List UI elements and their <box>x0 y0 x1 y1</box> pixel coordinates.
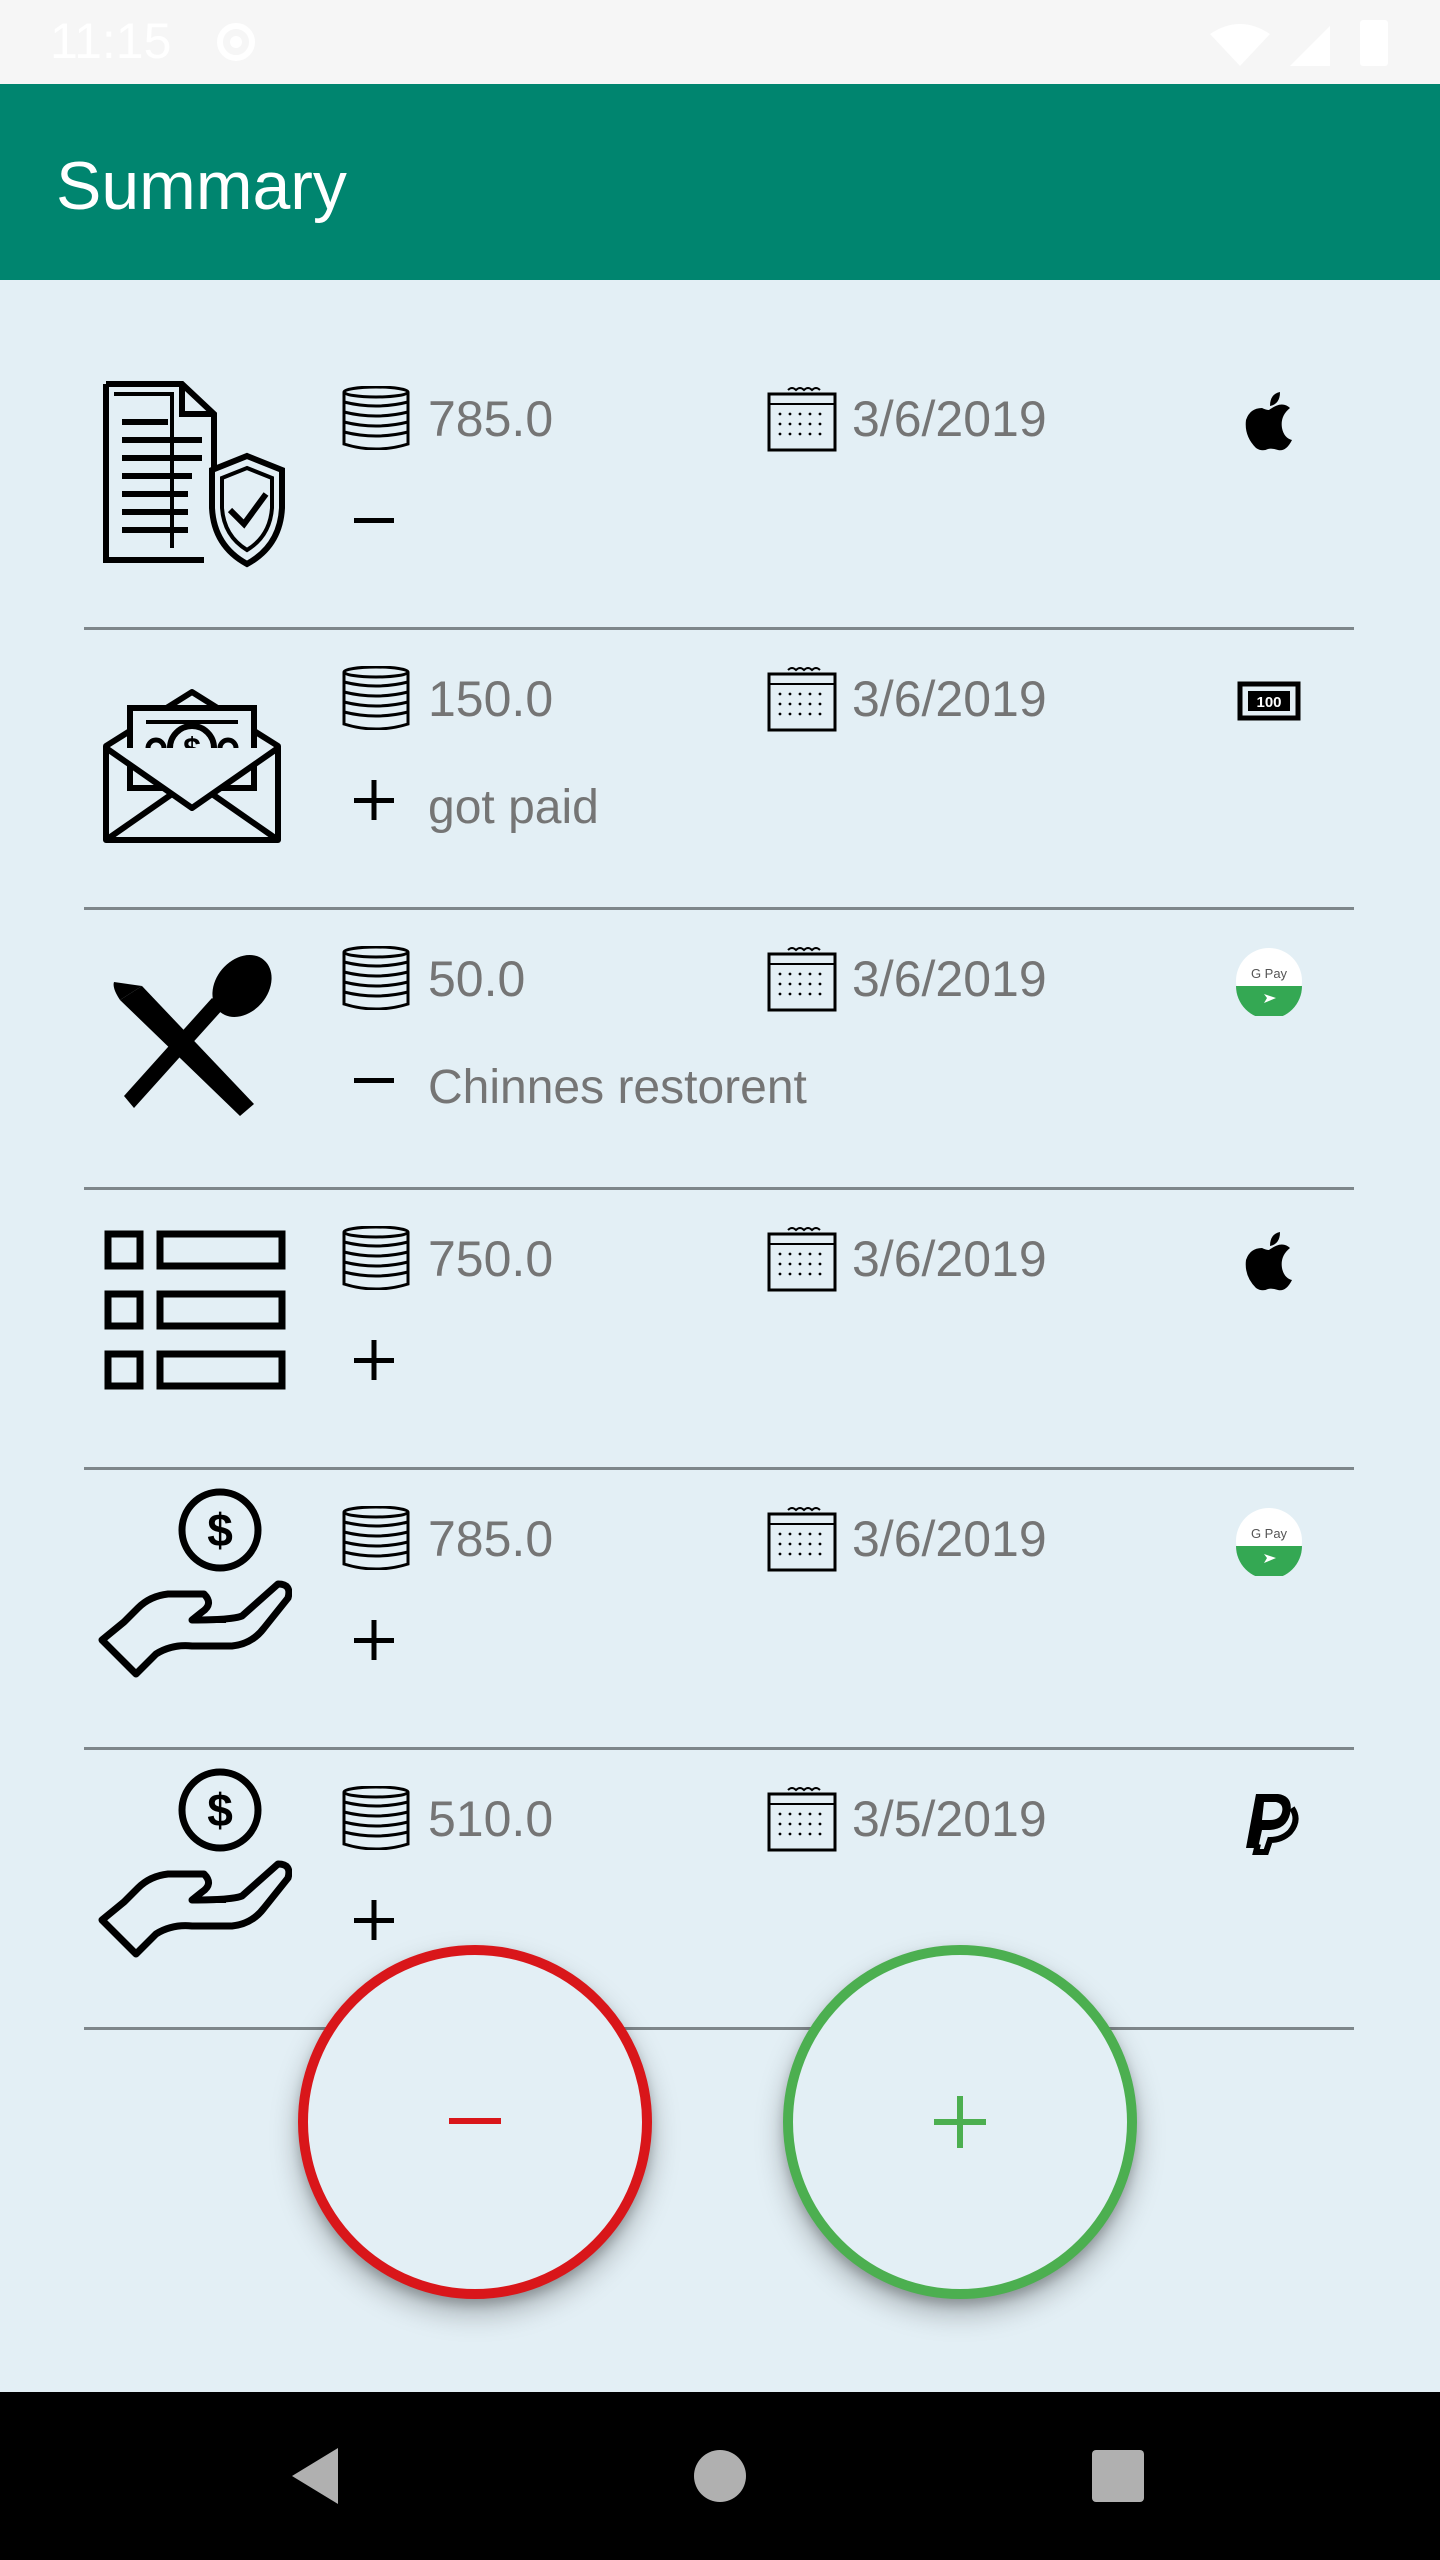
transaction-row[interactable]: 785.0 3/6/2019 <box>84 350 1354 630</box>
transaction-row[interactable]: $ 785.0 3/6/2019 G Pay <box>84 1470 1354 1750</box>
list-icon <box>104 1230 286 1390</box>
plus-icon <box>354 1620 394 1660</box>
coins-icon <box>342 1786 410 1850</box>
calendar-icon <box>767 1787 837 1852</box>
hand-money-icon: $ <box>98 1488 292 1678</box>
note-text: Chinnes restorent <box>428 1061 807 1114</box>
amount-text: 785.0 <box>428 1511 554 1567</box>
amount-text: 150.0 <box>428 671 554 727</box>
minus-icon <box>449 2118 501 2124</box>
coins-icon <box>342 946 410 1010</box>
status-icons <box>1210 20 1388 66</box>
date-text: 3/6/2019 <box>852 1511 1047 1567</box>
home-icon[interactable] <box>678 2434 762 2518</box>
row-divider <box>84 2027 1354 2030</box>
navigation-bar <box>0 2392 1440 2560</box>
google-pay-icon: G Pay <box>1236 948 1302 1016</box>
coins-icon <box>342 1506 410 1570</box>
svg-text:100: 100 <box>1256 694 1281 711</box>
paypal-icon <box>1246 1794 1299 1855</box>
settings-gear-icon <box>217 23 255 61</box>
amount-text: 750.0 <box>428 1231 554 1287</box>
date-text: 3/6/2019 <box>852 671 1047 727</box>
plus-icon <box>934 2096 986 2148</box>
date-text: 3/5/2019 <box>852 1791 1047 1847</box>
google-pay-icon: G Pay <box>1236 1508 1302 1576</box>
date-text: 3/6/2019 <box>852 391 1047 447</box>
minus-icon <box>354 518 394 523</box>
page-title: Summary <box>56 148 347 224</box>
salary-envelope-icon: $ <box>103 689 281 843</box>
calendar-icon <box>767 947 837 1012</box>
svg-text:G Pay: G Pay <box>1251 1526 1288 1541</box>
add-income-button[interactable] <box>783 1945 1137 2299</box>
note-text: got paid <box>428 781 599 834</box>
svg-text:$: $ <box>207 1784 233 1836</box>
transaction-row[interactable]: $ 510.0 3/5/2019 <box>84 1750 1354 2030</box>
coins-icon <box>342 386 410 450</box>
app-bar: Summary <box>0 84 1440 280</box>
add-expense-button[interactable] <box>298 1945 652 2299</box>
amount-text: 50.0 <box>428 951 526 1007</box>
svg-text:$: $ <box>207 1504 233 1556</box>
status-bar: 11:15 <box>0 0 1440 84</box>
back-icon[interactable] <box>276 2434 360 2518</box>
plus-icon <box>354 1340 394 1380</box>
svg-text:G Pay: G Pay <box>1251 966 1288 981</box>
restaurant-cutlery-icon <box>113 955 272 1116</box>
calendar-icon <box>767 667 837 732</box>
calendar-icon <box>767 387 837 452</box>
amount-text: 785.0 <box>428 391 554 447</box>
coins-icon <box>342 1226 410 1290</box>
coins-icon <box>342 666 410 730</box>
transaction-row[interactable]: 50.0 3/6/2019 G Pay Chinnes restorent <box>84 910 1354 1190</box>
hand-money-icon: $ <box>98 1768 292 1958</box>
recents-icon[interactable] <box>1076 2434 1160 2518</box>
calendar-icon <box>767 1507 837 1572</box>
apple-pay-icon <box>1245 1232 1292 1291</box>
insurance-document-icon <box>103 381 285 568</box>
minus-icon <box>354 1078 394 1083</box>
transaction-list: 785.0 3/6/2019 $ <box>84 350 1354 2030</box>
apple-pay-icon <box>1245 392 1292 451</box>
amount-text: 510.0 <box>428 1791 554 1847</box>
plus-icon <box>354 780 394 820</box>
plus-icon <box>354 1900 394 1940</box>
transaction-row[interactable]: $ 150.0 3/6/2019 100 got <box>84 630 1354 910</box>
status-time: 11:15 <box>50 13 172 69</box>
calendar-icon <box>767 1227 837 1292</box>
cash-banknote-icon: 100 <box>1237 681 1301 721</box>
date-text: 3/6/2019 <box>852 951 1047 1007</box>
transaction-row[interactable]: 750.0 3/6/2019 <box>84 1190 1354 1470</box>
date-text: 3/6/2019 <box>852 1231 1047 1287</box>
